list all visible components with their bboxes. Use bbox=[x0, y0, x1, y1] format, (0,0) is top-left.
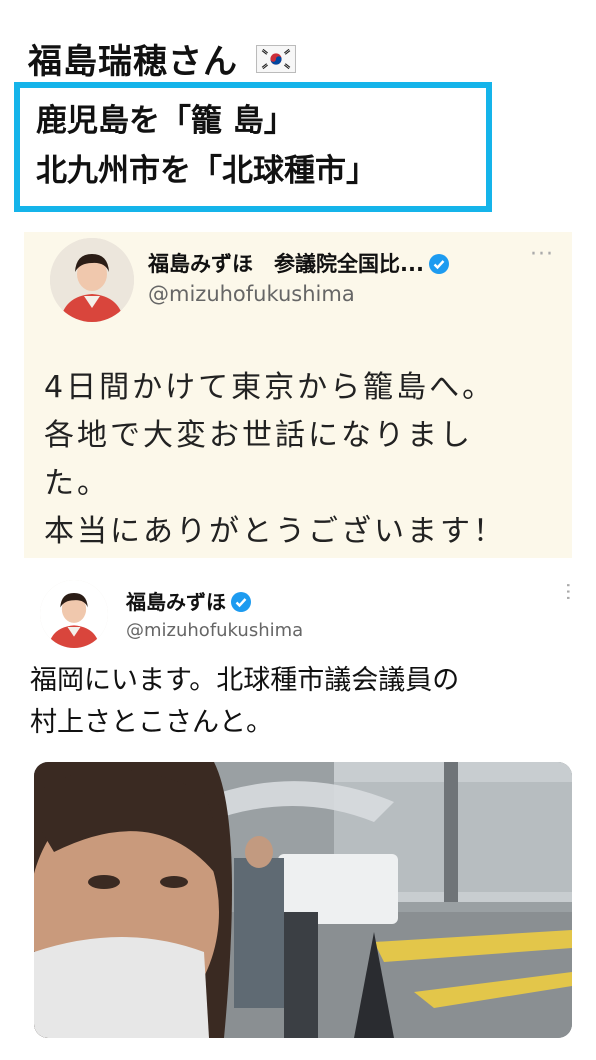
tweet-body-line: た。 bbox=[44, 466, 110, 501]
tweet-photo[interactable] bbox=[34, 762, 572, 1038]
tweet-body: 4日間かけて東京から籠島へ。 各地で大変お世話になりまし た。 本当にありがとう… bbox=[44, 364, 564, 556]
tweet-card-1[interactable]: 福島みずほ 参議院全国比... ··· @mizuhofukushima 4日間… bbox=[24, 232, 572, 558]
south-korea-flag-icon bbox=[256, 44, 296, 73]
tweet-handle[interactable]: @mizuhofukushima bbox=[126, 620, 303, 641]
tweet-display-name[interactable]: 福島みずほ 参議院全国比... bbox=[148, 248, 450, 278]
header-title-text: 福島瑞穂さん bbox=[28, 42, 238, 82]
tweet-body-line: 福岡にいます。北球種市議会議員の bbox=[30, 665, 460, 696]
avatar[interactable] bbox=[40, 580, 108, 648]
verified-badge-icon bbox=[428, 253, 450, 275]
page-title: 福島瑞穂さん bbox=[28, 34, 296, 83]
tweet-body: 福岡にいます。北球種市議会議員の 村上さとこさんと。 bbox=[30, 660, 575, 744]
tweet-handle[interactable]: @mizuhofukushima bbox=[148, 282, 355, 306]
display-name-text[interactable]: 福島みずほ bbox=[126, 590, 226, 614]
verified-badge-icon bbox=[230, 591, 252, 613]
highlight-box: 鹿児島を「籠 島」 北九州市を「北球種市」 bbox=[14, 82, 492, 212]
tweet-body-line: 村上さとこさんと。 bbox=[30, 707, 273, 738]
more-options-icon[interactable]: ··· bbox=[530, 242, 554, 267]
display-name-text[interactable]: 福島みずほ 参議院全国比... bbox=[148, 252, 424, 276]
highlight-line-1: 鹿児島を「籠 島」 bbox=[36, 103, 295, 139]
tweet-card-2[interactable]: 福島みずほ @mizuhofukushima ··· 福岡にいます。北球種市議会… bbox=[24, 568, 584, 1058]
tweet-body-line: 4日間かけて東京から籠島へ。 bbox=[44, 370, 496, 405]
tweet-display-name[interactable]: 福島みずほ bbox=[126, 586, 252, 615]
highlight-line-2: 北九州市を「北球種市」 bbox=[36, 153, 377, 189]
more-options-icon[interactable]: ··· bbox=[556, 582, 580, 601]
tweet-body-line: 本当にありがとうございます！ bbox=[44, 514, 506, 549]
tweet-body-line: 各地で大変お世話になりまし bbox=[44, 418, 473, 453]
avatar[interactable] bbox=[50, 238, 134, 322]
